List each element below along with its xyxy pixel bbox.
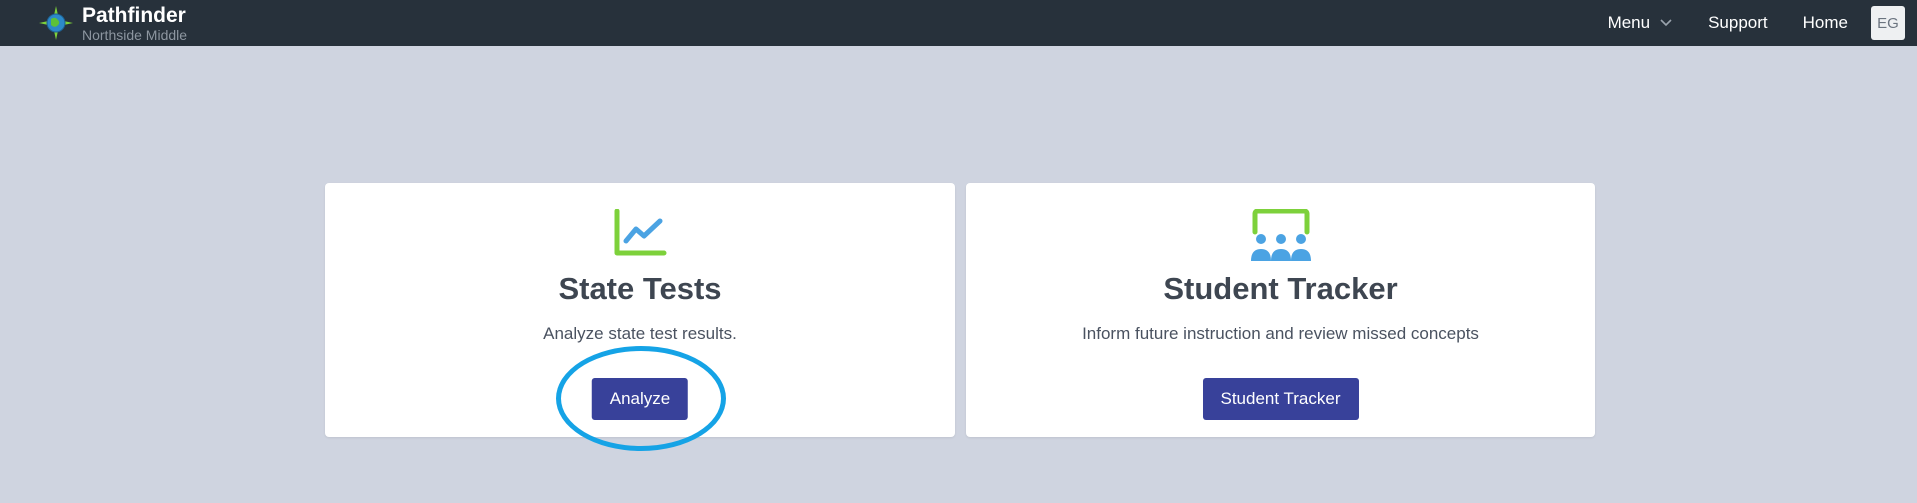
menu-dropdown[interactable]: Menu xyxy=(1608,13,1673,33)
support-link[interactable]: Support xyxy=(1708,13,1768,33)
brand-name: Pathfinder xyxy=(82,3,186,27)
menu-label: Menu xyxy=(1607,13,1651,32)
school-name: Northside Middle xyxy=(82,26,188,43)
home-link[interactable]: Home xyxy=(1803,13,1848,33)
classroom-icon xyxy=(1250,209,1311,261)
brand[interactable]: Pathfinder Northside Middle xyxy=(38,2,187,44)
student-tracker-card: Student Tracker Inform future instructio… xyxy=(966,183,1595,437)
top-navbar: Pathfinder Northside Middle Menu Support… xyxy=(0,0,1917,46)
chevron-down-icon xyxy=(1660,19,1672,27)
card-description: Analyze state test results. xyxy=(543,324,737,343)
analyze-button[interactable]: Analyze xyxy=(591,378,689,420)
user-avatar[interactable]: EG xyxy=(1871,6,1905,40)
card-title: State Tests xyxy=(558,271,722,306)
line-chart-icon xyxy=(614,209,667,256)
student-tracker-button[interactable]: Student Tracker xyxy=(1202,378,1359,420)
card-title: Student Tracker xyxy=(1163,271,1398,306)
state-tests-card: State Tests Analyze state test results. … xyxy=(325,183,955,437)
compass-logo-icon xyxy=(39,6,73,40)
card-description: Inform future instruction and review mis… xyxy=(1082,324,1479,343)
nav-links: Menu Support Home EG xyxy=(1608,0,1905,46)
